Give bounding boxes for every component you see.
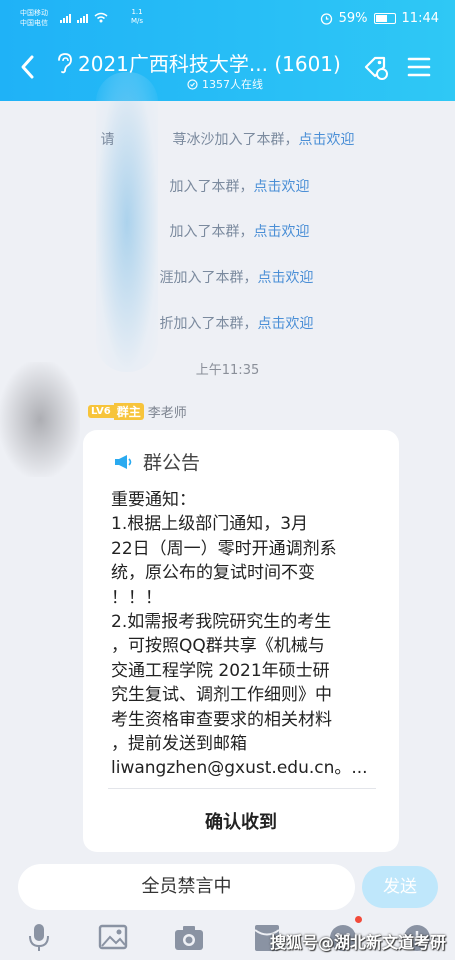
net-speed: 1.1 M/s [131, 8, 144, 25]
status-bar: 中国移动 中国电信 1.1 M/s 59% 11:44 [0, 6, 455, 32]
megaphone-icon [115, 454, 132, 469]
group-tag-icon[interactable] [362, 54, 390, 82]
camera-icon[interactable] [172, 920, 206, 954]
blurred-avatar [0, 362, 80, 477]
announcement-line: ，可按照QQ群共享《机械与 [111, 636, 325, 657]
announcement-line: 交通工程学院 2021年硕士研 [111, 660, 330, 681]
signal-1-icon [60, 14, 71, 23]
announcement-card[interactable]: 群公告 重要通知： 1.根据上级部门通知，3月 22日（周一）零时开通调剂系 统… [83, 430, 399, 852]
carrier-2: 中国电信 [20, 19, 48, 27]
microphone-icon[interactable] [22, 920, 56, 954]
announcement-line: liwangzhen@gxust.edu.cn。... [111, 758, 368, 779]
announcement-line: ，提前发送到邮箱 [111, 734, 247, 755]
system-message: 加入了本群，点击欢迎 [169, 224, 310, 240]
welcome-link[interactable]: 点击欢迎 [254, 179, 310, 195]
announcement-line: ！！！ [111, 587, 162, 608]
sender-name[interactable]: 李老师 [148, 402, 187, 421]
carrier-info: 中国移动 中国电信 [20, 8, 48, 28]
battery-icon [373, 13, 396, 24]
online-count: 1357人在线 [187, 76, 263, 92]
carrier-1: 中国移动 [20, 9, 48, 17]
alarm-icon [320, 13, 332, 25]
announcement-line: 1.根据上级部门通知，3月 [111, 514, 309, 535]
ear-icon[interactable] [55, 52, 73, 74]
announcement-line: 2.如需报考我院研究生的考生 [111, 612, 332, 633]
message-timestamp: 上午11:35 [195, 363, 260, 378]
system-message: 请荨冰沙加入了本群，点击欢迎 [100, 132, 355, 148]
signal-icons [60, 12, 108, 23]
system-message: 涯加入了本群，点击欢迎 [159, 270, 314, 286]
announcement-body: 重要通知： 1.根据上级部门通知，3月 22日（周一）零时开通调剂系 统，原公布… [111, 488, 383, 781]
clock-time: 11:44 [401, 11, 439, 26]
message-input[interactable]: 全员禁言中 [18, 864, 355, 910]
divider [108, 788, 376, 789]
chat-header: 中国移动 中国电信 1.1 M/s 59% 11:44 2021广西科技大学..… [0, 0, 455, 101]
menu-icon[interactable] [407, 56, 431, 78]
announcement-line: 统，原公布的复试时间不变 [111, 563, 315, 584]
sender-info: LV6 群主 李老师 [88, 402, 187, 421]
announcement-line: 考生资格审查要求的相关材料 [111, 709, 332, 730]
announcement-line: 究生复试、调剂工作细则》中 [111, 685, 332, 706]
announcement-title: 群公告 [143, 452, 201, 474]
watermark: 搜狐号@湖北新文道考研 [270, 933, 447, 952]
wifi-icon [94, 12, 108, 23]
back-arrow-icon[interactable] [16, 52, 40, 82]
nav-bar: 2021广西科技大学... (1601) 1357人在线 [0, 44, 455, 94]
welcome-link[interactable]: 点击欢迎 [299, 132, 355, 148]
announcement-line: 重要通知： [111, 490, 196, 510]
notification-dot [355, 916, 362, 923]
level-badge: LV6 [88, 405, 114, 418]
signal-2-icon [77, 14, 88, 23]
confirm-received-button[interactable]: 确认收到 [83, 808, 399, 834]
system-message: 折加入了本群，点击欢迎 [159, 316, 314, 332]
system-message: 加入了本群，点击欢迎 [169, 179, 310, 195]
announcement-line: 22日（周一）零时开通调剂系 [111, 538, 337, 559]
status-right: 59% 11:44 [320, 11, 439, 26]
battery-percent: 59% [338, 11, 368, 26]
welcome-link[interactable]: 点击欢迎 [254, 224, 310, 240]
send-button[interactable]: 发送 [362, 866, 438, 908]
welcome-link[interactable]: 点击欢迎 [258, 270, 314, 286]
announcement-header: 群公告 [113, 448, 200, 475]
owner-badge: 群主 [113, 403, 144, 420]
online-icon [187, 78, 198, 90]
image-icon[interactable] [96, 920, 130, 954]
welcome-link[interactable]: 点击欢迎 [258, 316, 314, 332]
